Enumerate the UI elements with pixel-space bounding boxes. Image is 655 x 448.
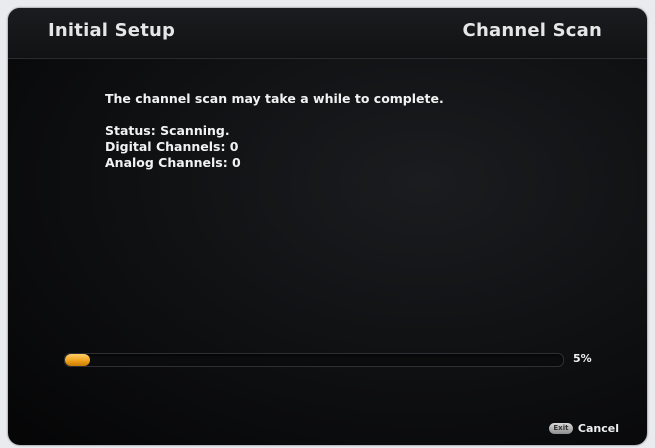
scan-status: Status: Scanning. <box>105 123 230 138</box>
tv-screen: Initial Setup Channel Scan The channel s… <box>8 8 647 445</box>
digital-channels-count: Digital Channels: 0 <box>105 139 239 154</box>
scan-progress-percent: 5% <box>573 352 592 365</box>
cancel-button[interactable]: Exit Cancel <box>548 422 619 435</box>
exit-key-icon: Exit <box>548 423 573 434</box>
analog-channels-count: Analog Channels: 0 <box>105 155 241 170</box>
scan-progress-bar <box>64 353 564 367</box>
scan-info: The channel scan may take a while to com… <box>105 91 444 171</box>
section-title: Channel Scan <box>462 20 602 41</box>
scan-message: The channel scan may take a while to com… <box>105 91 444 106</box>
page-title: Initial Setup <box>48 20 176 41</box>
cancel-label: Cancel <box>577 422 619 435</box>
header-bar: Initial Setup Channel Scan <box>8 8 647 59</box>
scan-progress-fill <box>65 354 90 366</box>
